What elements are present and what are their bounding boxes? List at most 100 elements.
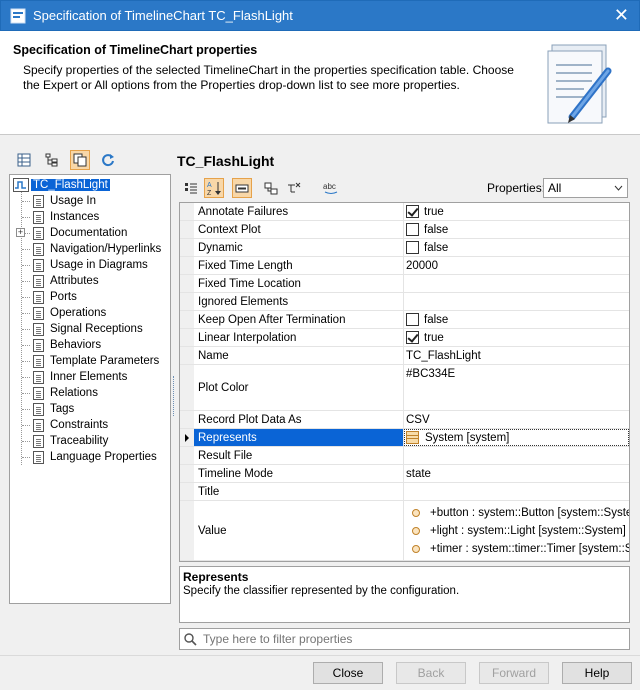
tree-item-label: Language Properties	[50, 451, 157, 463]
tree-item[interactable]: Relations	[22, 385, 100, 401]
tree-item[interactable]: Usage in Diagrams	[22, 257, 150, 273]
copy-icon[interactable]	[70, 150, 90, 170]
property-value[interactable]	[404, 275, 629, 292]
property-row[interactable]: Timeline Mode state	[180, 465, 629, 483]
row-marker	[180, 483, 194, 500]
property-row[interactable]: Annotate Failures true	[180, 203, 629, 221]
property-value[interactable]: false	[404, 221, 629, 238]
document-icon	[33, 418, 44, 432]
tree-connector	[22, 248, 30, 250]
main-area: TC_FlashLight Usage In Instances Documenta…	[0, 136, 640, 655]
collapse-icon[interactable]	[284, 178, 304, 198]
property-row[interactable]: Record Plot Data As CSV	[180, 411, 629, 429]
help-button[interactable]: Help	[562, 662, 632, 684]
property-value[interactable]: +button : system::Button [system::Syste +…	[404, 501, 629, 560]
property-checkbox[interactable]	[406, 331, 419, 344]
properties-dropdown[interactable]: All	[543, 178, 628, 198]
property-value-text: false	[424, 241, 449, 254]
tree-item-label: Template Parameters	[50, 355, 160, 367]
property-row[interactable]: Title	[180, 483, 629, 501]
property-value[interactable]: TC_FlashLight	[404, 347, 629, 364]
tree-item[interactable]: Language Properties	[22, 449, 159, 465]
property-name: Record Plot Data As	[194, 411, 404, 428]
tree-item[interactable]: Attributes	[22, 273, 101, 289]
close-button[interactable]: Close	[313, 662, 383, 684]
property-value[interactable]: true	[404, 329, 629, 346]
property-name: Dynamic	[194, 239, 404, 256]
property-value[interactable]	[404, 447, 629, 464]
property-name: Represents	[194, 429, 404, 446]
property-row[interactable]: Fixed Time Length 20000	[180, 257, 629, 275]
property-row[interactable]: Linear Interpolation true	[180, 329, 629, 347]
tree-item[interactable]: Operations	[22, 305, 108, 321]
sort-alphabetical-icon[interactable]: AZ	[204, 178, 224, 198]
property-value[interactable]: false	[404, 239, 629, 256]
tree-item[interactable]: Navigation/Hyperlinks	[22, 241, 163, 257]
property-checkbox[interactable]	[406, 223, 419, 236]
property-value[interactable]: CSV	[404, 411, 629, 428]
timeline-chart-icon	[13, 178, 29, 192]
property-row[interactable]: Name TC_FlashLight	[180, 347, 629, 365]
property-value[interactable]	[404, 293, 629, 310]
sort-categories-icon[interactable]	[181, 178, 201, 198]
tree-item[interactable]: Documentation	[22, 225, 129, 241]
tree-root-node[interactable]: TC_FlashLight	[13, 177, 110, 193]
property-checkbox[interactable]	[406, 241, 419, 254]
property-row[interactable]: Ignored Elements	[180, 293, 629, 311]
tree-item[interactable]: Inner Elements	[22, 369, 129, 385]
property-value-text: System [system]	[425, 431, 510, 444]
refresh-icon[interactable]	[98, 150, 118, 170]
row-marker	[180, 293, 194, 310]
document-icon	[33, 354, 44, 368]
property-row[interactable]: Value +button : system::Button [system::S…	[180, 501, 629, 561]
property-name: Fixed Time Length	[194, 257, 404, 274]
panel-title: TC_FlashLight	[177, 153, 275, 169]
property-value[interactable]: state	[404, 465, 629, 482]
value-item-text: +timer : system::timer::Timer [system::S…	[430, 542, 630, 555]
forward-button[interactable]: Forward	[479, 662, 549, 684]
property-value[interactable]	[404, 483, 629, 500]
tree-connector	[22, 200, 30, 202]
tree-item[interactable]: Instances	[22, 209, 101, 225]
property-value[interactable]: true	[404, 203, 629, 220]
table-view-icon[interactable]	[14, 150, 34, 170]
window-close-button[interactable]: ✕	[614, 5, 629, 25]
tree-item[interactable]: Ports	[22, 289, 79, 305]
property-value[interactable]: false	[404, 311, 629, 328]
property-row[interactable]: Plot Color #BC334E	[180, 365, 629, 411]
property-row[interactable]: Context Plot false	[180, 221, 629, 239]
tree-item[interactable]: Template Parameters	[22, 353, 161, 369]
row-marker	[180, 203, 194, 220]
property-row[interactable]: Represents System [system]	[180, 429, 629, 447]
property-row[interactable]: Dynamic false	[180, 239, 629, 257]
filter-box[interactable]	[179, 628, 630, 650]
property-value[interactable]: #BC334E	[404, 365, 629, 410]
property-row[interactable]: Fixed Time Location	[180, 275, 629, 293]
property-description-panel: Represents Specify the classifier repres…	[179, 566, 630, 623]
pane-splitter[interactable]	[173, 376, 175, 416]
part-property-icon	[412, 526, 420, 535]
tree-view-icon[interactable]	[42, 150, 62, 170]
abc-spell-icon[interactable]: abc	[321, 178, 341, 198]
tree-item[interactable]: Tags	[22, 401, 76, 417]
document-icon	[33, 370, 44, 384]
property-checkbox[interactable]	[406, 205, 419, 218]
active-filter-icon[interactable]	[232, 178, 252, 198]
tree-item[interactable]: Behaviors	[22, 337, 103, 353]
property-row[interactable]: Keep Open After Termination false	[180, 311, 629, 329]
filter-input[interactable]	[201, 631, 621, 647]
property-checkbox[interactable]	[406, 313, 419, 326]
tree-item-label: Traceability	[50, 435, 109, 447]
tree-item[interactable]: Signal Receptions	[22, 321, 145, 337]
tree-item[interactable]: Traceability	[22, 433, 110, 449]
property-value[interactable]: 20000	[404, 257, 629, 274]
expand-icon[interactable]	[261, 178, 281, 198]
property-value-text: false	[424, 313, 449, 326]
tree-item[interactable]: Usage In	[22, 193, 98, 209]
expand-toggle-icon[interactable]: +	[16, 228, 25, 237]
property-value[interactable]: System [system]	[404, 429, 629, 446]
property-row[interactable]: Result File	[180, 447, 629, 465]
document-icon	[33, 194, 44, 208]
tree-item[interactable]: Constraints	[22, 417, 110, 433]
back-button[interactable]: Back	[396, 662, 466, 684]
